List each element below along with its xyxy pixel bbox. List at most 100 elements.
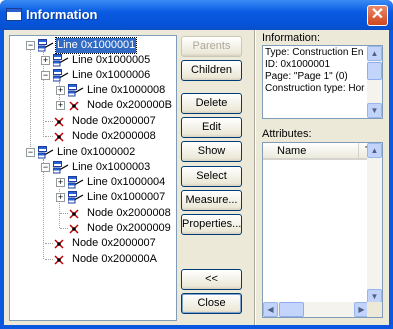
attributes-vertical-scrollbar[interactable]: ▲ ▼ <box>367 143 382 304</box>
window-icon <box>6 8 22 21</box>
tree-item[interactable]: + Line 0x1000008 <box>10 83 176 98</box>
tree-connector <box>45 259 53 260</box>
information-line: Type: Construction En <box>265 47 364 58</box>
attributes-label: Attributes: <box>262 128 312 140</box>
line-segment-icon <box>37 146 54 159</box>
line-segment-icon <box>67 176 84 189</box>
expand-icon[interactable]: + <box>56 101 65 110</box>
tree-item[interactable]: + Line 0x1000004 <box>10 175 176 190</box>
tree-item-label: Line 0x1000007 <box>87 191 166 203</box>
window-title: Information <box>26 7 98 22</box>
tree-item-label: Line 0x1000008 <box>87 84 166 96</box>
node-cross-icon <box>53 238 65 250</box>
properties-button[interactable]: Properties... <box>181 214 242 235</box>
collapse-icon[interactable]: − <box>26 148 35 157</box>
tree-item-label: Line 0x1000001 <box>54 37 138 54</box>
tree-item[interactable]: Node 0x2000009 <box>10 221 176 236</box>
tree-item-label: Line 0x1000004 <box>87 176 166 188</box>
children-button[interactable]: Children <box>181 60 242 81</box>
information-scrollbar[interactable]: ▲ ▼ <box>367 46 382 118</box>
line-segment-icon <box>52 54 69 67</box>
line-segment-icon <box>67 191 84 204</box>
title-bar[interactable]: Information ✕ <box>0 0 393 30</box>
tree-item-label: Node 0x2000007 <box>72 237 156 249</box>
collapse-icon[interactable]: − <box>41 71 50 80</box>
tree-connector <box>60 228 68 229</box>
node-cross-icon <box>53 254 65 266</box>
scroll-corner <box>367 302 382 317</box>
line-segment-icon <box>37 39 54 52</box>
information-dialog: Information ✕ − Line 0x1000001 + Line 0x100… <box>0 0 393 329</box>
expand-icon[interactable]: + <box>56 193 65 202</box>
information-lines: Type: Construction En ID: 0x1000001 Page: … <box>265 47 367 95</box>
tree-item-label: Line 0x1000002 <box>57 146 136 158</box>
node-cross-icon <box>53 131 65 143</box>
scroll-up-icon[interactable]: ▲ <box>367 143 382 158</box>
tree-connector <box>45 243 53 244</box>
information-text-box[interactable]: Type: Construction En ID: 0x1000001 Page: … <box>262 45 383 119</box>
tree-item-label: Node 0x2000008 <box>72 130 156 142</box>
collapse-icon[interactable]: − <box>41 163 50 172</box>
collapse-button[interactable]: << <box>181 269 242 290</box>
tree-item-label: Line 0x1000003 <box>72 161 151 173</box>
information-line: Construction type: Hor <box>265 83 365 94</box>
edit-button[interactable]: Edit <box>181 117 242 138</box>
node-cross-icon <box>68 223 80 235</box>
tree-item[interactable]: + Line 0x1000005 <box>10 53 176 68</box>
line-segment-icon <box>67 84 84 97</box>
scroll-down-icon[interactable]: ▼ <box>367 103 382 118</box>
tree-item[interactable]: Node 0x2000007 <box>10 236 176 251</box>
tree-item-label: Node 0x2000009 <box>87 222 171 234</box>
information-panel: Information: Type: Construction En ID: 0x… <box>259 32 387 124</box>
expand-icon[interactable]: + <box>56 178 65 187</box>
close-button[interactable]: Close <box>181 293 242 314</box>
attributes-panel: Attributes: Name Type ◀ ▶ ▲ ▼ <box>259 128 387 322</box>
tree-connector <box>45 136 53 137</box>
column-header-name[interactable]: Name <box>263 143 359 160</box>
tree-item[interactable]: Node 0x2000008 <box>10 129 176 144</box>
tree-item-label: Node 0x200000A <box>72 253 158 265</box>
tree-item[interactable]: Node 0x200000A <box>10 252 176 267</box>
attributes-list[interactable]: Name Type ◀ ▶ ▲ ▼ <box>262 142 383 318</box>
information-line: ID: 0x1000001 <box>265 59 331 70</box>
node-cross-icon <box>53 116 65 128</box>
delete-button[interactable]: Delete <box>181 93 242 114</box>
expand-icon[interactable]: + <box>41 56 50 65</box>
tree-item[interactable]: − Line 0x1000002 <box>10 145 176 160</box>
parents-button[interactable]: Parents <box>181 36 242 57</box>
collapse-icon[interactable]: − <box>26 41 35 50</box>
tree-item-label: Line 0x1000006 <box>72 69 151 81</box>
panel-separator <box>254 30 256 325</box>
tree-item-label: Node 0x200000B <box>87 99 173 111</box>
scroll-left-icon[interactable]: ◀ <box>263 302 278 317</box>
scroll-up-icon[interactable]: ▲ <box>367 46 382 61</box>
line-segment-icon <box>52 69 69 82</box>
attributes-horizontal-scrollbar[interactable]: ◀ ▶ <box>263 302 369 317</box>
tree-item-label: Line 0x1000005 <box>72 54 151 66</box>
information-line: Page: "Page 1" (0) <box>265 71 348 82</box>
information-label: Information: <box>262 32 321 44</box>
tree-item[interactable]: + Line 0x1000007 <box>10 190 176 205</box>
close-window-button[interactable]: ✕ <box>367 5 388 26</box>
node-cross-icon <box>68 208 80 220</box>
scroll-thumb[interactable] <box>367 62 382 80</box>
line-segment-icon <box>52 161 69 174</box>
expand-icon[interactable]: + <box>56 86 65 95</box>
show-button[interactable]: Show <box>181 141 242 162</box>
select-button[interactable]: Select <box>181 166 242 187</box>
tree-item[interactable]: − Line 0x1000006 <box>10 68 176 83</box>
tree-item[interactable]: + Node 0x200000B <box>10 98 176 113</box>
tree-item-label: Node 0x2000007 <box>72 115 156 127</box>
tree-item[interactable]: Node 0x2000008 <box>10 206 176 221</box>
node-cross-icon <box>68 100 80 112</box>
dialog-client-area: − Line 0x1000001 + Line 0x1000005− Line 0x10… <box>4 30 389 325</box>
tree-connector <box>45 121 53 122</box>
tree-item[interactable]: − Line 0x1000003 <box>10 160 176 175</box>
horizontal-scroll-thumb[interactable] <box>279 302 304 317</box>
tree-connector <box>60 213 68 214</box>
tree-item[interactable]: − Line 0x1000001 <box>10 37 176 54</box>
element-tree[interactable]: − Line 0x1000001 + Line 0x1000005− Line 0x10… <box>9 35 177 321</box>
tree-item[interactable]: Node 0x2000007 <box>10 114 176 129</box>
tree-item-label: Node 0x2000008 <box>87 207 171 219</box>
measure-button[interactable]: Measure... <box>181 190 242 211</box>
